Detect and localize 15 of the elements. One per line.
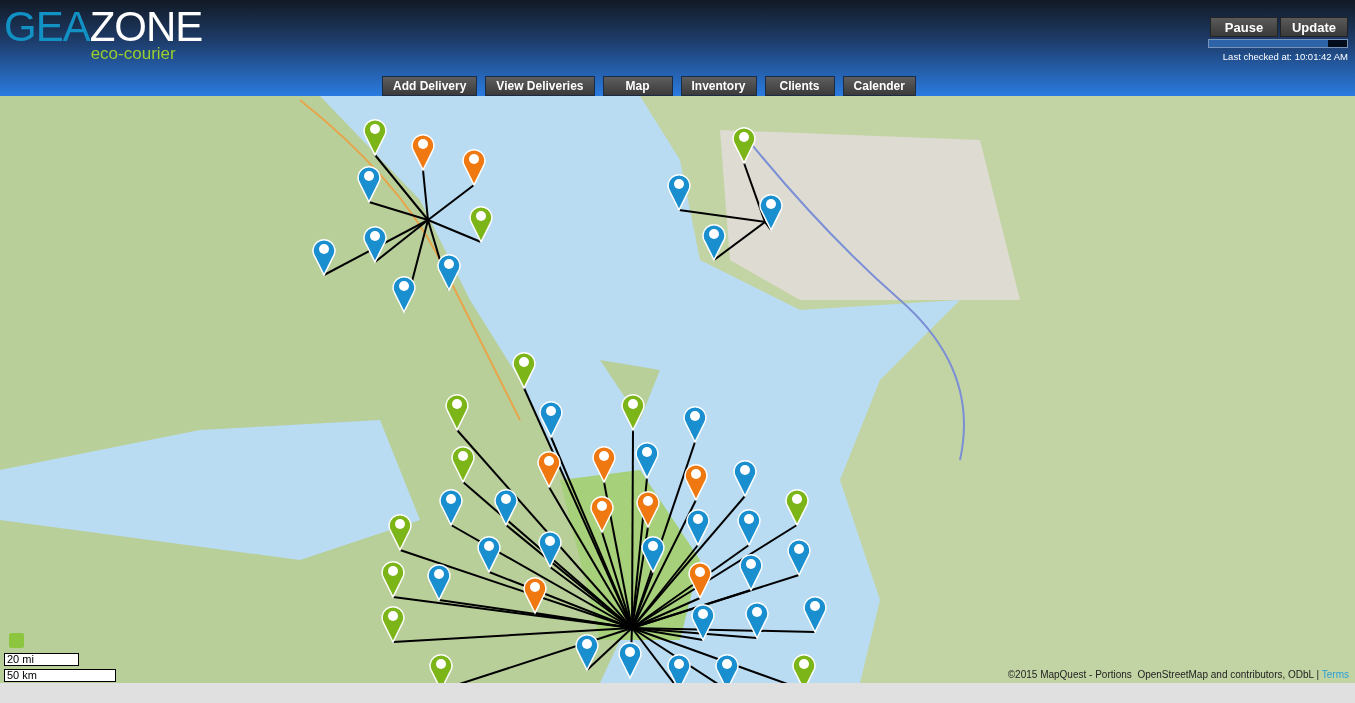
map-layer-icon[interactable] — [9, 633, 24, 648]
logo-text: GEA — [4, 6, 90, 48]
control-button[interactable]: Update — [1280, 17, 1348, 37]
nav-button[interactable]: Map — [602, 76, 673, 96]
scale-bar: 50 km — [4, 669, 116, 682]
last-checked-text: Last checked at: 10:01:42 AM — [1222, 51, 1348, 62]
nav-button[interactable]: View Deliveries — [485, 76, 595, 96]
nav-button[interactable]: Calender — [842, 76, 916, 96]
nav-button[interactable]: Clients — [764, 76, 835, 96]
scale-bar: 20 mi — [4, 653, 79, 666]
control-button[interactable]: Pause — [1210, 17, 1278, 37]
nav-button[interactable]: Inventory — [680, 76, 757, 96]
nav-button[interactable]: Add Delivery — [382, 76, 478, 96]
map-view[interactable]: 20 mi 50 km ©2015 MapQuest - Portions OpenStreetMap and contributors, ODbL | Terms — [0, 96, 1355, 683]
attribution-text: ©2015 MapQuest - Portions OpenStreetMap and contributors, ODbL | — [1007, 669, 1321, 680]
